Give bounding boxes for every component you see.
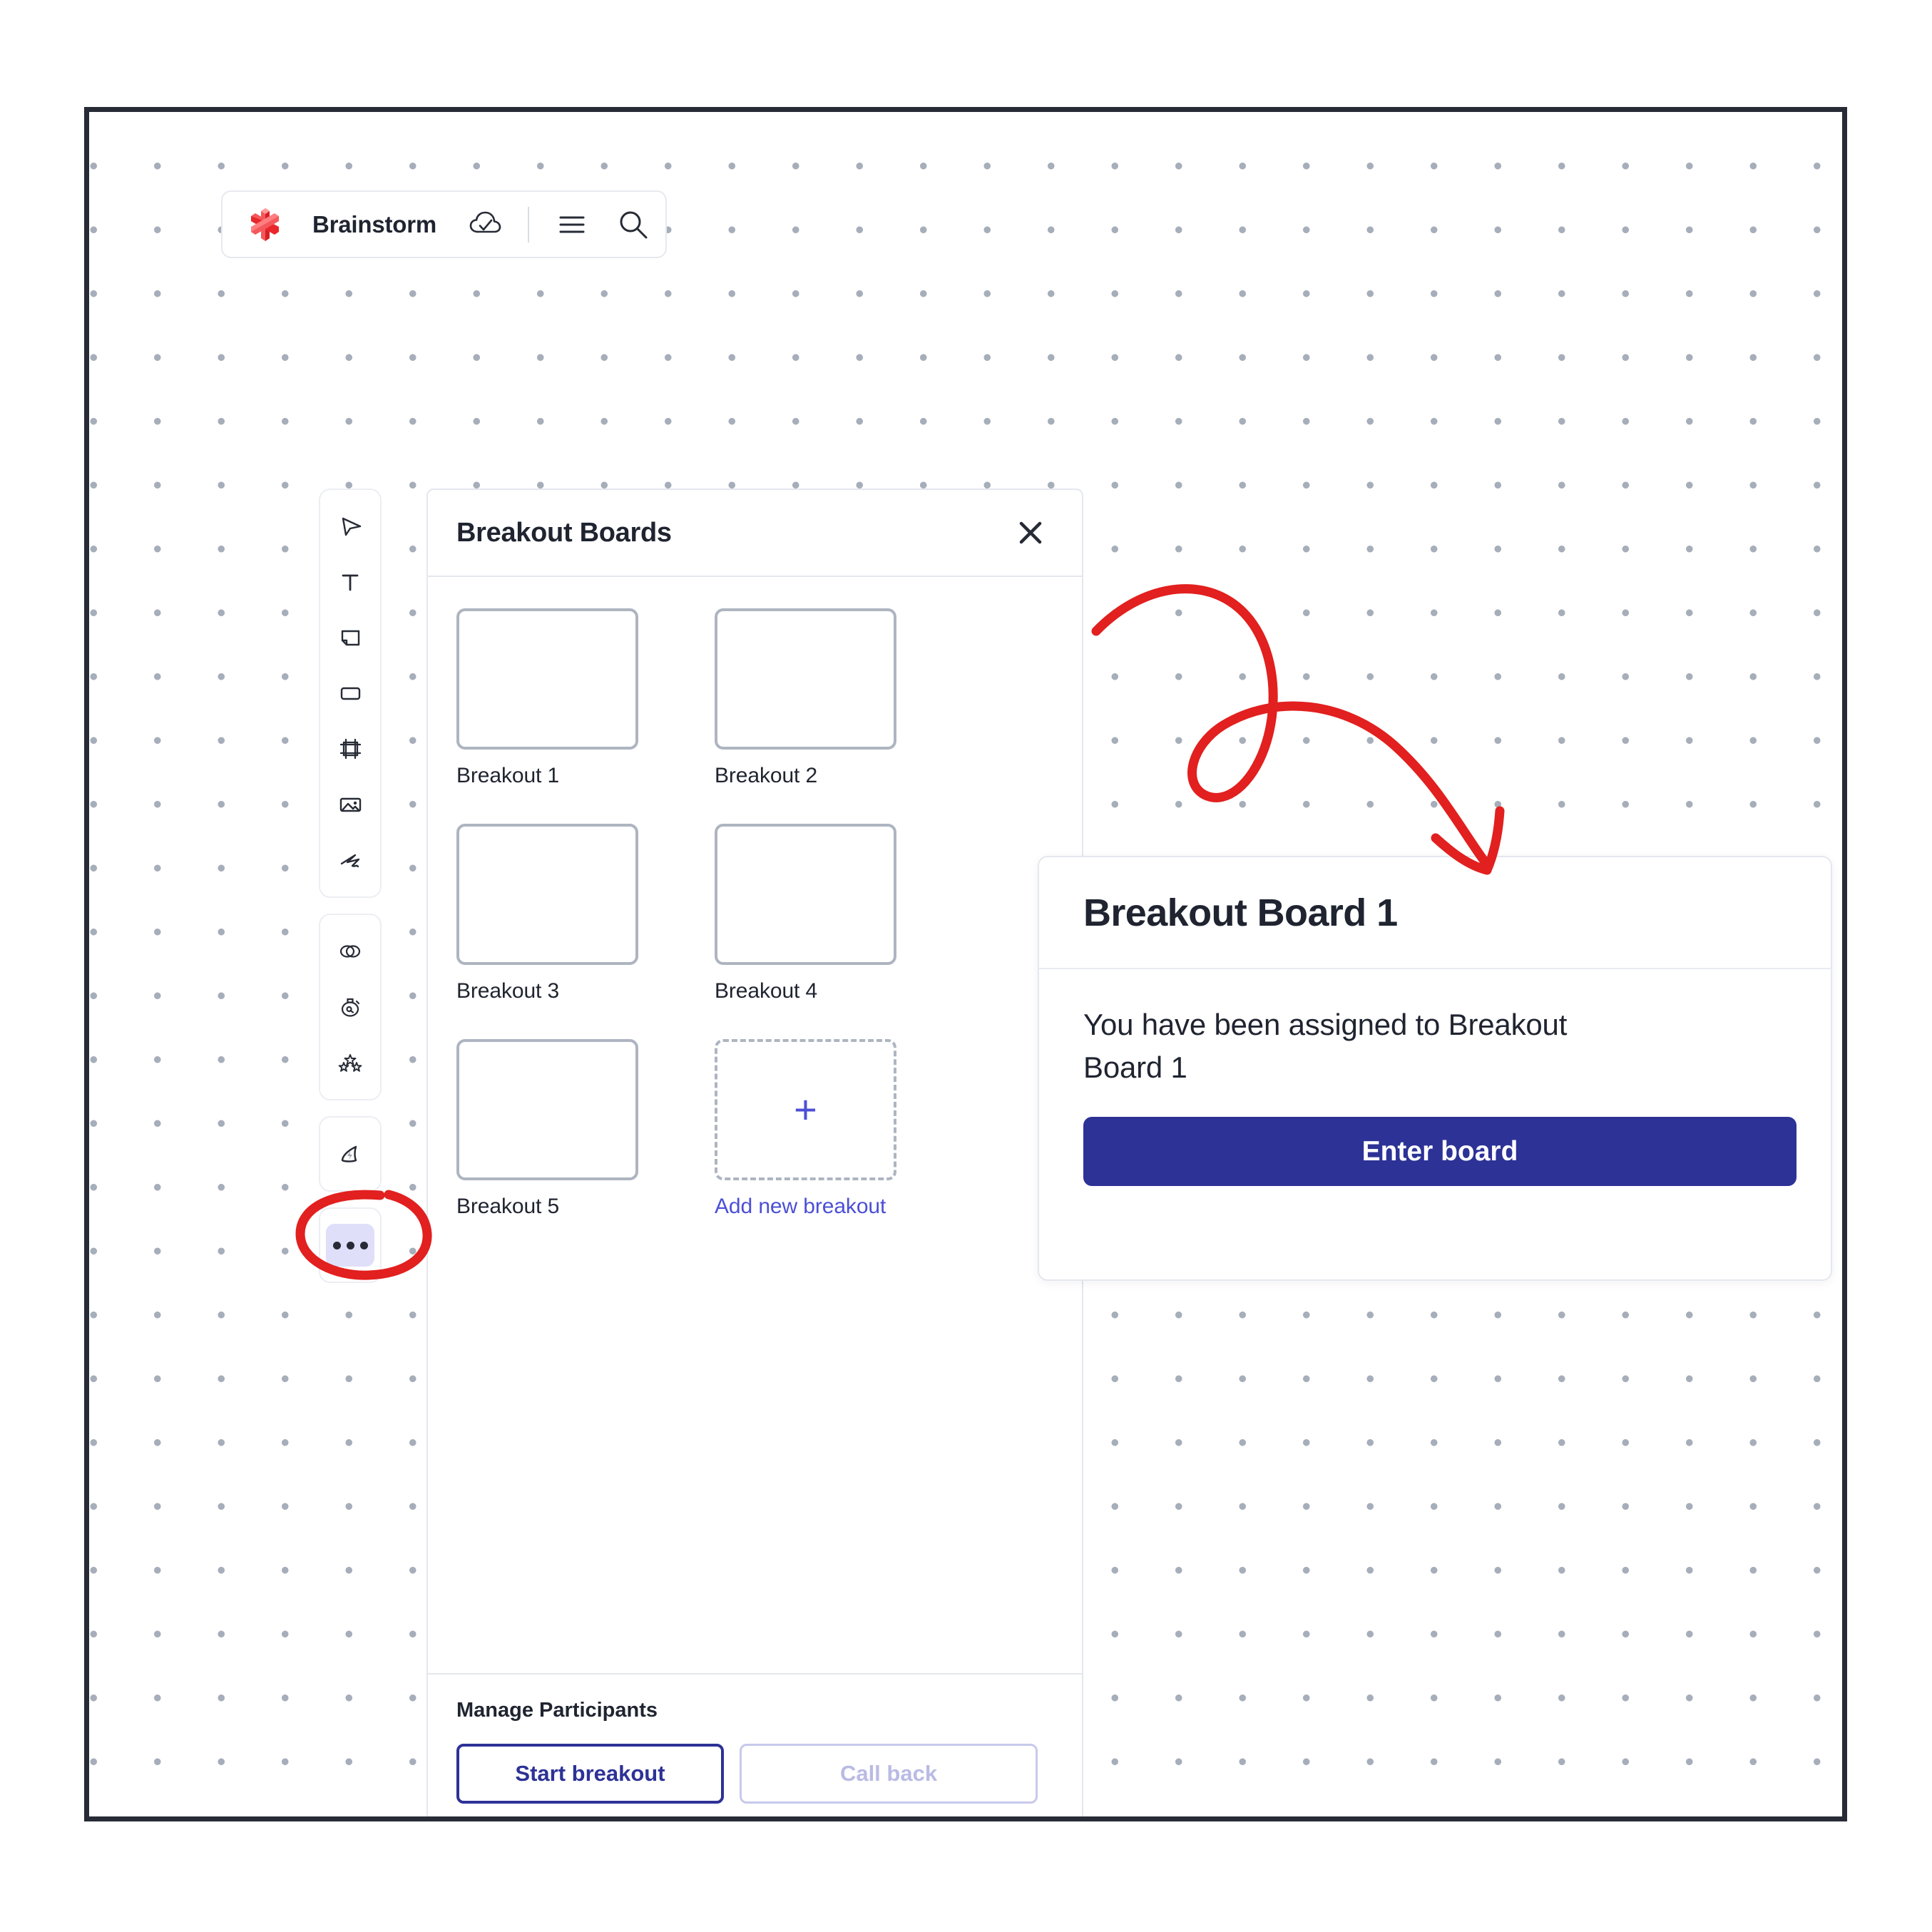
board-thumbnail[interactable] (456, 1039, 638, 1180)
hamburger-menu-icon[interactable] (553, 206, 591, 243)
panel-title: Breakout Boards (456, 517, 672, 548)
tool-rail (319, 489, 382, 1299)
breakout-board-card[interactable]: Breakout 5 (456, 1039, 638, 1219)
tool-timer[interactable] (324, 979, 377, 1035)
start-breakout-button[interactable]: Start breakout (456, 1744, 724, 1804)
tool-image[interactable] (324, 777, 377, 832)
tool-text[interactable] (324, 554, 377, 610)
tool-group-create (319, 489, 382, 898)
tool-diagram[interactable] (324, 924, 377, 979)
panel-header: Breakout Boards (428, 490, 1082, 577)
ellipsis-icon (332, 1241, 368, 1249)
add-breakout-dropzone[interactable]: + (715, 1039, 896, 1180)
add-breakout-label[interactable]: Add new breakout (715, 1195, 896, 1219)
plus-icon: + (794, 1087, 817, 1132)
call-back-button[interactable]: Call back (740, 1744, 1038, 1804)
tool-group-activities (319, 914, 382, 1100)
tool-frame[interactable] (324, 721, 377, 777)
tool-sticky-note[interactable] (324, 610, 377, 665)
cloud-check-icon[interactable] (466, 206, 504, 243)
board-thumbnail[interactable] (715, 824, 896, 965)
enter-board-button[interactable]: Enter board (1083, 1117, 1796, 1187)
board-label: Breakout 5 (456, 1195, 560, 1218)
tool-group-more (319, 1207, 382, 1283)
breakout-board-card[interactable]: Breakout 2 (715, 608, 896, 788)
modal-body: You have been assigned to Breakout Board… (1039, 969, 1831, 1279)
board-label: Breakout 1 (456, 764, 560, 787)
breakout-board-card[interactable]: Breakout 4 (715, 824, 896, 1003)
toolbar-divider (528, 206, 530, 242)
screenshot-root: Brainstorm Breakout Boards Breakout 1 Br… (0, 0, 1932, 1932)
board-thumbnail[interactable] (456, 824, 638, 965)
footer-actions: Start breakout Call back (456, 1744, 1053, 1804)
add-breakout-card[interactable]: + Add new breakout (715, 1039, 896, 1219)
panel-body: Breakout 1 Breakout 2 Breakout 3 Breakou… (428, 577, 1082, 1673)
tool-apps[interactable] (324, 1126, 377, 1182)
close-icon[interactable] (1011, 513, 1051, 553)
breakout-board-card[interactable]: Breakout 3 (456, 824, 638, 1003)
tool-group-apps (319, 1116, 382, 1192)
board-thumbnail[interactable] (456, 608, 638, 750)
board-thumbnail[interactable] (715, 608, 896, 750)
asterisk-logo-icon (247, 206, 284, 243)
board-viewport: Brainstorm Breakout Boards Breakout 1 Br… (84, 107, 1847, 1821)
tool-more[interactable] (324, 1217, 377, 1273)
breakout-board-grid: Breakout 1 Breakout 2 Breakout 3 Breakou… (456, 608, 1053, 1219)
tool-select[interactable] (324, 499, 377, 554)
search-icon[interactable] (615, 206, 652, 243)
panel-footer: Manage Participants Start breakout Call … (428, 1673, 1082, 1816)
tool-pen[interactable] (324, 832, 377, 888)
breakout-assignment-modal: Breakout Board 1 You have been assigned … (1038, 856, 1832, 1281)
modal-header: Breakout Board 1 (1039, 857, 1831, 969)
board-label: Breakout 2 (715, 764, 818, 787)
app-toolbar: Brainstorm (221, 190, 667, 258)
manage-participants-title: Manage Participants (456, 1699, 658, 1722)
modal-title: Breakout Board 1 (1083, 891, 1398, 934)
modal-message: You have been assigned to Breakout Board… (1083, 1008, 1568, 1084)
app-title: Brainstorm (312, 210, 437, 237)
breakout-boards-panel: Breakout Boards Breakout 1 Breakout 2 Br… (426, 489, 1083, 1816)
board-label: Breakout 3 (456, 979, 560, 1003)
breakout-board-card[interactable]: Breakout 1 (456, 608, 638, 788)
board-label: Breakout 4 (715, 979, 818, 1003)
tool-shape-rectangle[interactable] (324, 665, 377, 721)
tool-voting[interactable] (324, 1035, 377, 1090)
